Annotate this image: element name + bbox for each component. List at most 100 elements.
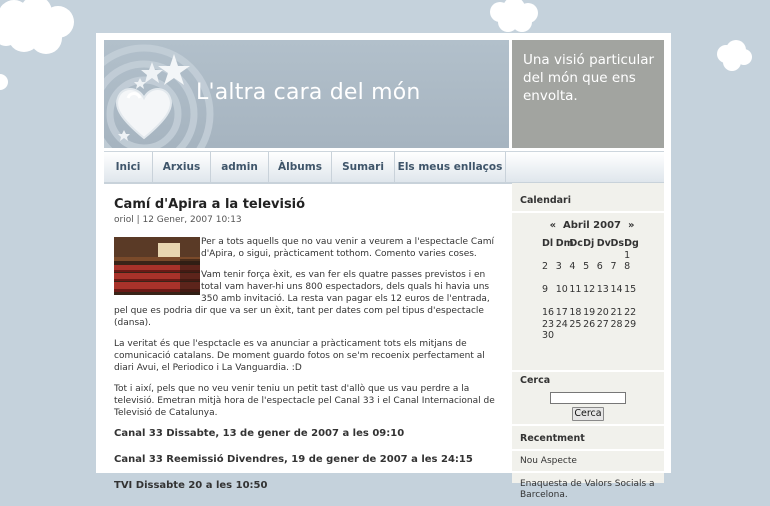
cloud-decoration (0, 0, 74, 54)
calendar-day: 29 (624, 318, 637, 330)
calendar-day: 24 (555, 318, 568, 330)
post-title[interactable]: Camí d'Apira a la televisió (114, 197, 502, 213)
nav-item-sumari[interactable]: Sumari (332, 152, 395, 182)
calendar-day: 3 (555, 261, 562, 272)
calendar-day: 30 (542, 330, 555, 341)
site-tagline: Una visió particular del món que ens env… (523, 52, 655, 104)
calendar-prev-month-link[interactable]: « (550, 220, 556, 231)
calendar-day: 11 (569, 284, 582, 295)
calendar-day: 19 (583, 307, 596, 318)
calendar-empty-cell (624, 273, 638, 285)
calendar-empty-cell (556, 250, 570, 262)
nav-item-arxius[interactable]: Arxius (153, 152, 211, 182)
calendar-day: 28 (610, 318, 623, 330)
calendar-day: 18 (569, 307, 582, 318)
broadcast-schedule-line: TVI Dissabte 20 a les 10:50 (114, 480, 268, 491)
calendar-empty-cell (569, 273, 583, 285)
calendar-empty-cell (542, 296, 556, 308)
sidebar-divider (512, 471, 664, 473)
calendar-day: 26 (583, 318, 596, 330)
nav-item-admin[interactable]: admin (211, 152, 269, 182)
calendar-day: 9 (542, 284, 549, 295)
cloud-decoration (717, 40, 752, 71)
calendar-empty-cell (569, 250, 583, 262)
calendar-day: 2 (542, 261, 549, 272)
blog-header: L'altra cara del món (104, 40, 509, 148)
calendar-weekday-header: Dl (542, 238, 554, 249)
calendar-empty-cell (556, 296, 570, 308)
post-content-area: Camí d'Apira a la televisió oriol | 12 G… (114, 197, 502, 506)
cloud-decoration (0, 74, 8, 90)
calendar-day: 14 (610, 284, 623, 295)
recent-post-link[interactable]: Enaquesta de Valors Socials a Barcelona. (520, 479, 660, 501)
recent-post-link[interactable]: Nou Aspecte (520, 456, 660, 467)
post-body: Per a tots aquells que no vau venir a ve… (114, 236, 502, 492)
calendar-empty-cell (583, 296, 597, 308)
recent-heading: Recentment (520, 433, 585, 444)
cloud-decoration (490, 0, 538, 32)
post-paragraph: Tot i així, pels que no veu venir teniu … (114, 384, 495, 418)
calendar-day: 6 (596, 261, 603, 272)
site-title[interactable]: L'altra cara del món (196, 80, 421, 105)
calendar-weekday-header: Ds (610, 238, 624, 249)
nav-item-inici[interactable]: Inici (104, 152, 153, 182)
nav-item-albums[interactable]: Àlbums (269, 152, 332, 182)
calendar-day: 1 (624, 249, 631, 261)
calendar-weekday-header: Dg (624, 238, 639, 249)
calendar-empty-cell (610, 250, 624, 262)
calendar-day: 25 (569, 318, 582, 330)
theater-photo[interactable] (114, 237, 200, 295)
calendar-empty-cell (556, 273, 570, 285)
calendar-empty-cell (583, 273, 597, 285)
post-meta: oriol | 12 Gener, 2007 10:13 (114, 215, 242, 225)
calendar-empty-cell (624, 296, 638, 308)
sidebar-divider (512, 424, 664, 426)
sidebar-divider (512, 211, 664, 213)
calendar-empty-cell (610, 273, 624, 285)
calendar-empty-cell (569, 296, 583, 308)
broadcast-schedule-line: Canal 33 Dissabte, 13 de gener de 2007 a… (114, 428, 405, 439)
main-navigation: Inici Arxius admin Àlbums Sumari Els meu… (104, 151, 664, 184)
calendar-day: 21 (610, 307, 623, 318)
calendar-weekday-header: Dm (555, 238, 574, 249)
calendar-day: 13 (596, 284, 609, 295)
calendar-empty-cell (583, 250, 597, 262)
page-container: L'altra cara del món Una visió particula… (96, 33, 671, 500)
calendar-next-month-link[interactable]: » (628, 220, 634, 231)
calendar-day: 12 (583, 284, 596, 295)
calendar-empty-cell (542, 273, 556, 285)
calendar-day: 22 (624, 307, 637, 318)
calendar-empty-cell (597, 273, 611, 285)
calendar-day: 16 (542, 307, 555, 318)
sidebar-divider (512, 370, 664, 372)
calendar-day: 20 (596, 307, 609, 318)
calendar-day: 17 (555, 307, 568, 318)
calendar-empty-cell (610, 296, 624, 308)
calendar-empty-cell (542, 250, 556, 262)
post-paragraph: La veritat és que l'espctacle es va anun… (114, 339, 485, 373)
search-input[interactable] (550, 392, 626, 404)
calendar-grid: Dl Dm Dc Dj Dv Ds Dg 1 2 3 4 5 6 7 8 9 10 11 12 13 14 15 16 17 1… (542, 238, 639, 342)
search-button[interactable]: Cerca (572, 407, 604, 421)
calendar-day: 8 (624, 261, 631, 272)
calendar-day: 15 (624, 284, 637, 295)
sidebar: Calendari « Abril 2007 » Dl Dm Dc Dj Dv Ds Dg 1… (512, 183, 664, 500)
calendar-day: 4 (569, 261, 576, 272)
calendar-weekday-header: Dj (583, 238, 595, 249)
calendar-day: 23 (542, 318, 555, 330)
calendar-day: 7 (610, 261, 617, 272)
calendar-day: 5 (583, 261, 590, 272)
tagline-box: Una visió particular del món que ens env… (512, 40, 664, 148)
calendar-caption: « Abril 2007 » (532, 220, 652, 231)
nav-item-enllacos[interactable]: Els meus enllaços (395, 152, 506, 182)
calendar-weekday-header: Dv (596, 238, 611, 249)
calendar-weekday-header: Dc (569, 238, 583, 249)
calendar-month-label: Abril 2007 (563, 220, 621, 231)
sidebar-divider (512, 449, 664, 451)
calendar-empty-cell (597, 250, 611, 262)
broadcast-schedule-line: Canal 33 Reemissió Divendres, 19 de gene… (114, 454, 473, 465)
calendar-day: 27 (596, 318, 609, 330)
search-heading: Cerca (520, 375, 551, 386)
calendar-heading: Calendari (520, 195, 571, 206)
calendar-day: 10 (555, 284, 568, 295)
